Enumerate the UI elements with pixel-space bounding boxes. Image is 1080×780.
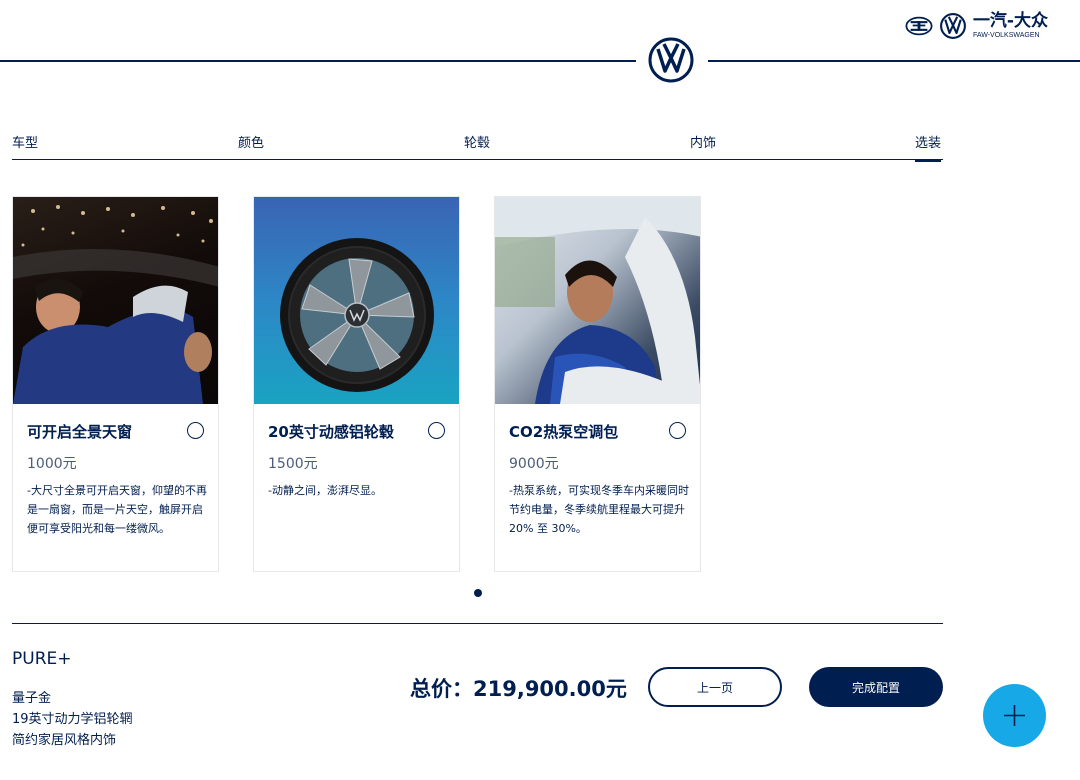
header-divider-right bbox=[708, 60, 1080, 62]
brand-name-en: FAW-VOLKSWAGEN bbox=[972, 32, 1040, 39]
spec-item-interior: 简约家居风格内饰 bbox=[12, 733, 117, 748]
option-price: 1000元 bbox=[27, 456, 77, 472]
total-price: 总价：219,900.00元 bbox=[410, 677, 627, 701]
option-card-sunroof[interactable]: 可开启全景天窗 1000元 -大尺寸全景可开启天窗，仰望的不再是一扇窗，而是一片… bbox=[12, 196, 219, 572]
wheel-photo bbox=[254, 197, 459, 404]
option-title: 可开启全景天窗 bbox=[27, 423, 133, 441]
summary-divider bbox=[12, 623, 943, 624]
selected-model: PURE+ bbox=[12, 649, 72, 669]
option-radio[interactable] bbox=[428, 422, 445, 439]
plus-icon bbox=[1004, 705, 1025, 726]
faw-vw-brand: 一汽-大众 FAW-VOLKSWAGEN bbox=[905, 12, 1048, 40]
tab-interior[interactable]: 内饰 bbox=[690, 132, 716, 151]
option-radio[interactable] bbox=[187, 422, 204, 439]
selected-spec-list: 量子金 19英寸动力学铝轮辋 简约家居风格内饰 bbox=[12, 688, 133, 751]
previous-page-button[interactable]: 上一页 bbox=[648, 667, 782, 707]
spec-item-color: 量子金 bbox=[12, 691, 52, 706]
option-radio[interactable] bbox=[669, 422, 686, 439]
header-divider-left bbox=[0, 60, 636, 62]
sunroof-photo bbox=[13, 197, 218, 404]
finish-config-button[interactable]: 完成配置 bbox=[809, 667, 943, 707]
vw-small-icon bbox=[939, 13, 966, 39]
carousel-dot-active[interactable] bbox=[474, 589, 482, 597]
vw-logo-icon[interactable] bbox=[648, 37, 694, 83]
option-description: -动静之间，澎湃尽显。 bbox=[268, 484, 382, 497]
option-description: -大尺寸全景可开启天窗，仰望的不再是一扇窗，而是一片天空，触屏开启便可享受阳光和… bbox=[27, 484, 207, 535]
option-title: 20英寸动感铝轮毂 bbox=[268, 423, 394, 441]
option-price: 9000元 bbox=[509, 456, 559, 472]
floating-add-button[interactable] bbox=[983, 684, 1046, 747]
tab-wheels[interactable]: 轮毂 bbox=[464, 132, 490, 151]
option-title: CO2热泵空调包 bbox=[509, 423, 619, 441]
tab-color[interactable]: 颜色 bbox=[238, 132, 264, 151]
heat-pump-photo bbox=[495, 197, 700, 404]
option-card-wheels[interactable]: 20英寸动感铝轮毂 1500元 -动静之间，澎湃尽显。 bbox=[253, 196, 460, 572]
config-step-tabs: 车型 颜色 轮毂 内饰 选装 bbox=[12, 126, 943, 162]
faw-logo-icon bbox=[905, 16, 933, 36]
option-description: -热泵系统，可实现冬季车内采暖同时节约电量，冬季续航里程最大可提升20% 至 3… bbox=[509, 484, 689, 535]
option-price: 1500元 bbox=[268, 456, 318, 472]
spec-item-wheels: 19英寸动力学铝轮辋 bbox=[12, 712, 133, 727]
tab-options[interactable]: 选装 bbox=[915, 132, 942, 162]
tab-model[interactable]: 车型 bbox=[12, 132, 38, 151]
brand-name-cn: 一汽-大众 bbox=[972, 11, 1048, 31]
option-card-heat-pump[interactable]: CO2热泵空调包 9000元 -热泵系统，可实现冬季车内采暖同时节约电量，冬季续… bbox=[494, 196, 701, 572]
